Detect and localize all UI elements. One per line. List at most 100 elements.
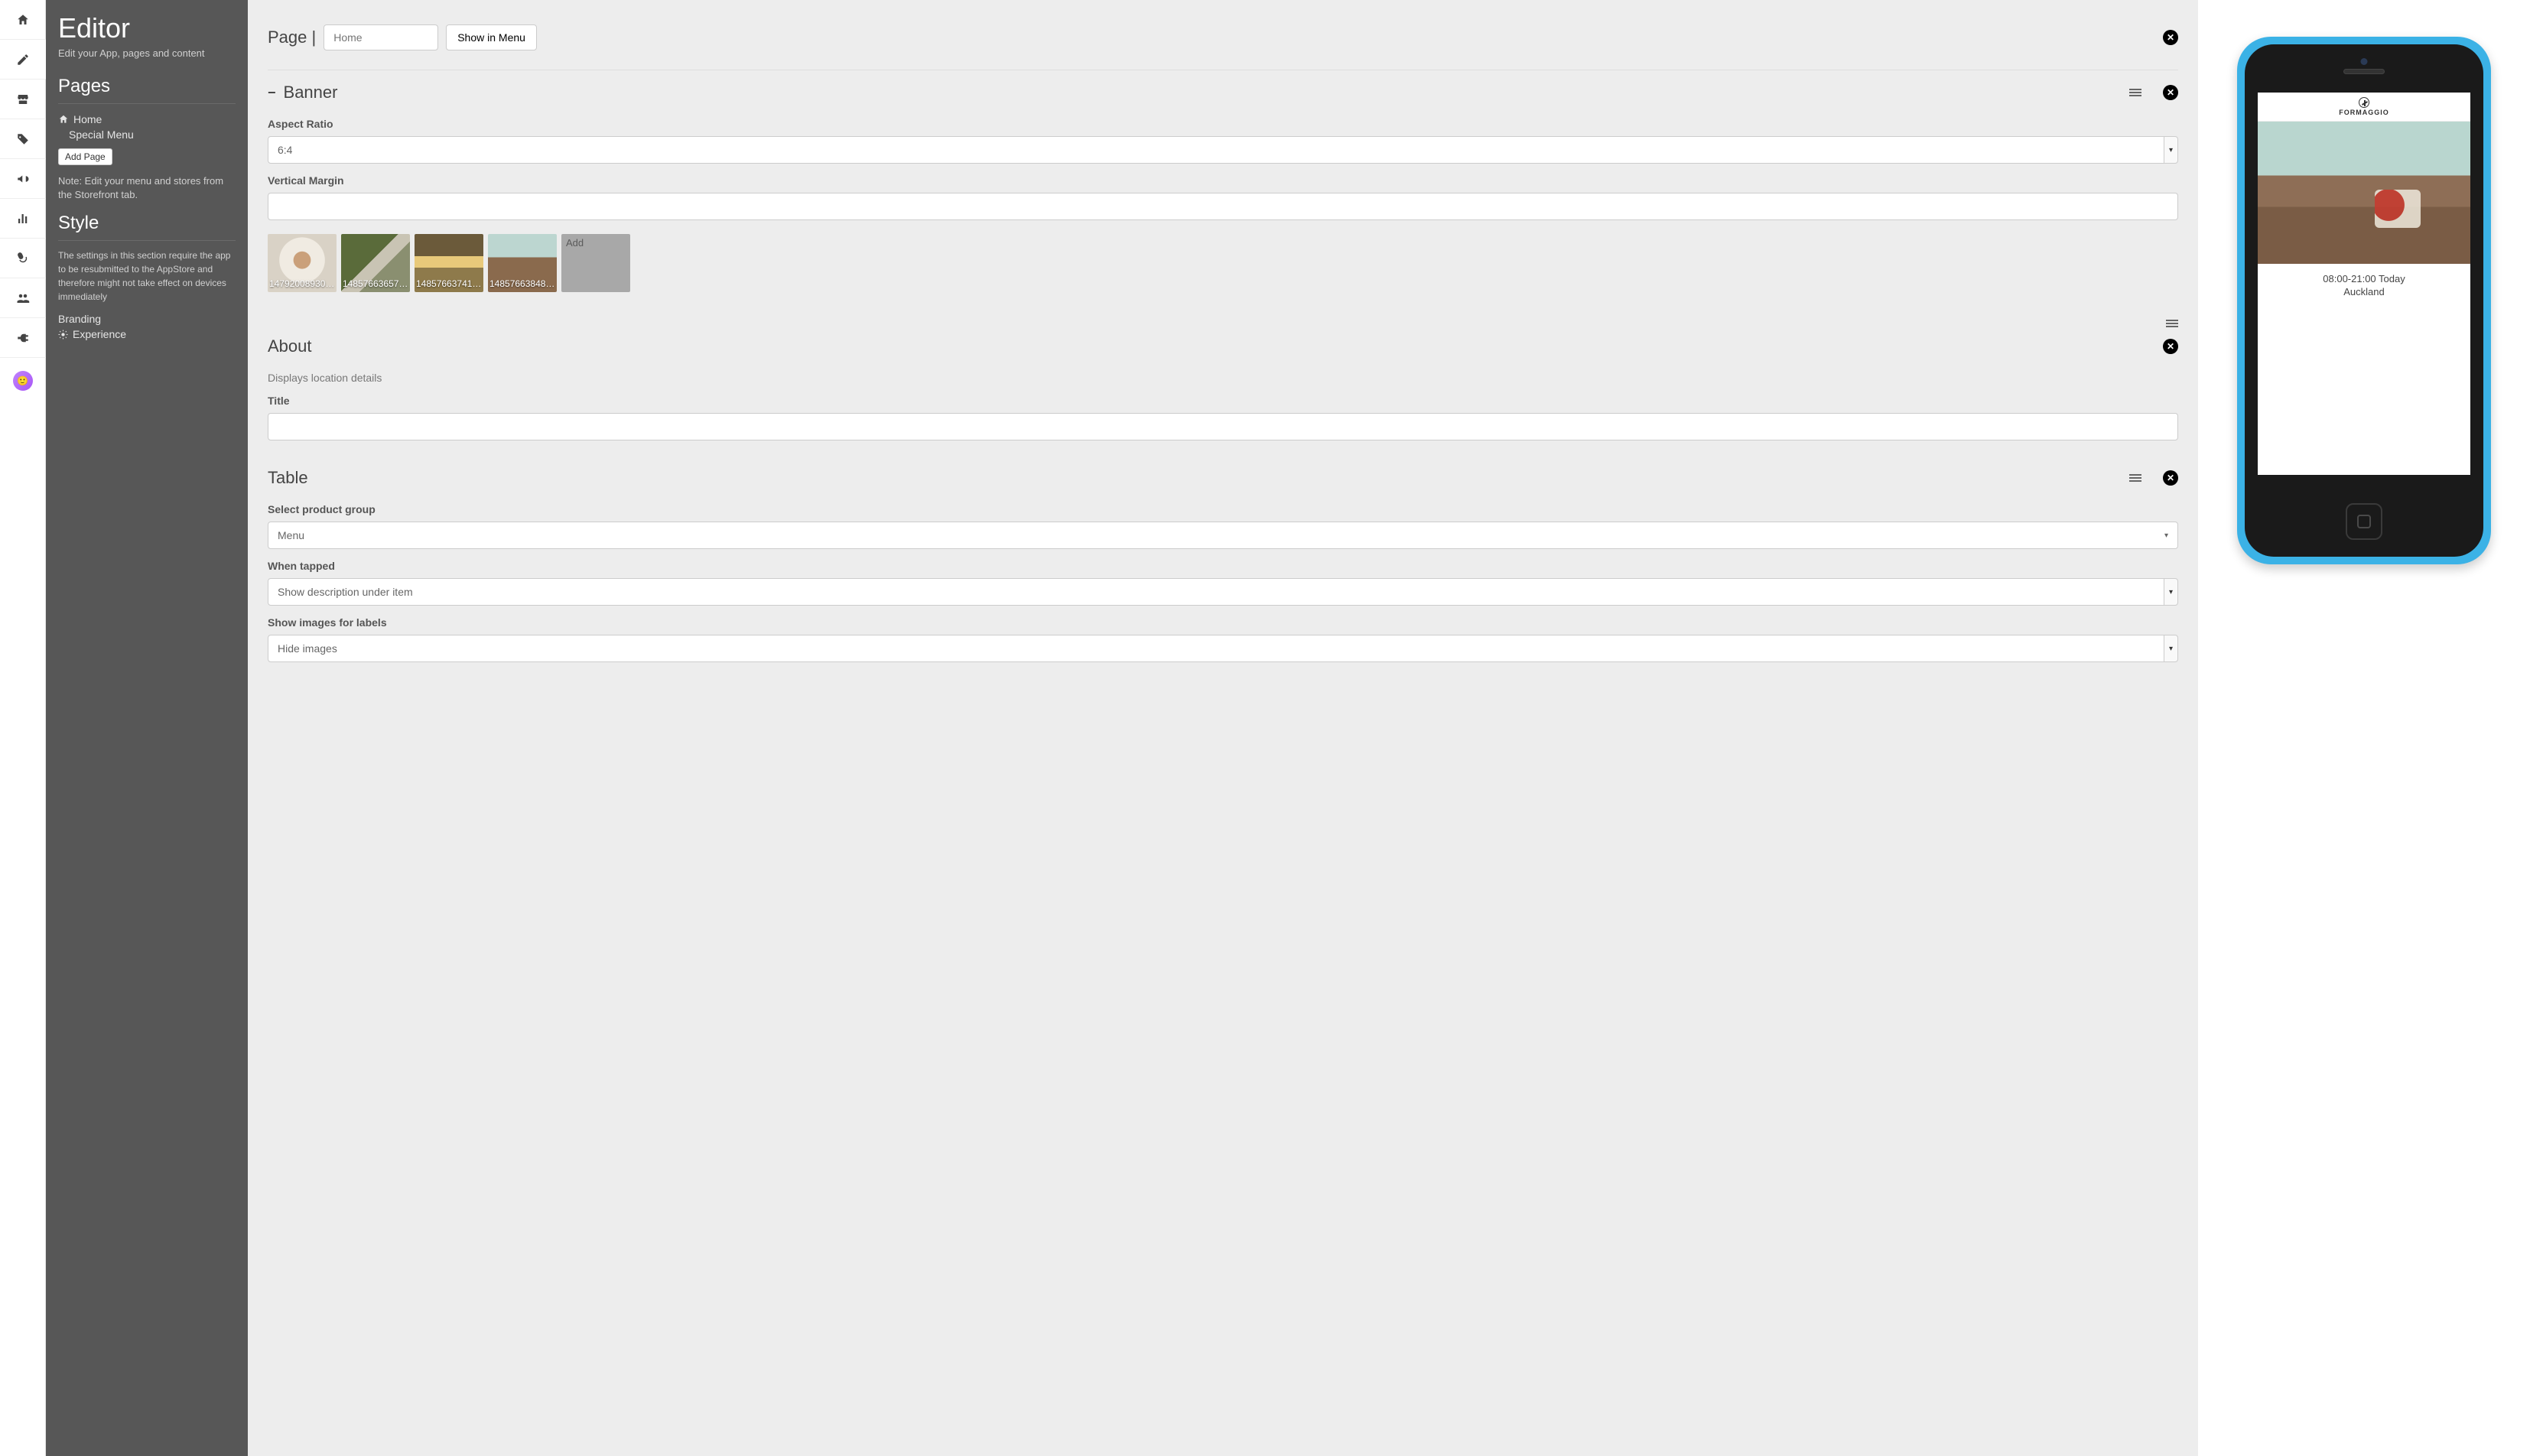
about-subtext: Displays location details: [268, 372, 2178, 384]
section-close-button[interactable]: ✕: [2163, 339, 2178, 354]
aspect-ratio-select[interactable]: 6:4 ▾: [268, 136, 2178, 164]
banner-add-button[interactable]: Add: [561, 234, 630, 292]
drag-handle[interactable]: [2129, 474, 2141, 482]
style-heading: Style: [58, 213, 236, 241]
sidebar-title: Editor: [58, 12, 236, 44]
pages-heading: Pages: [58, 76, 236, 104]
select-value: Show description under item: [268, 578, 2164, 606]
bullhorn-icon: [16, 172, 30, 186]
nav-announce[interactable]: [0, 159, 46, 199]
banner-thumbs: 14792008930719 14857663657519 1485766374…: [268, 234, 2178, 292]
section-title: About: [268, 336, 312, 356]
phone-home-button[interactable]: [2346, 503, 2382, 540]
section-close-button[interactable]: ✕: [2163, 470, 2178, 486]
nav-editor[interactable]: [0, 40, 46, 80]
nav-coupons[interactable]: [0, 119, 46, 159]
plug-icon: [16, 331, 30, 345]
thumb-id: 14792008930719: [269, 278, 335, 289]
edit-icon: [16, 53, 30, 67]
vertical-margin-input[interactable]: [268, 193, 2178, 220]
chevron-down-icon: ▾: [2164, 136, 2178, 164]
style-link-label: Branding: [58, 313, 101, 325]
preview-city: Auckland: [2258, 286, 2470, 297]
thumb-id: 14857663657519: [343, 278, 408, 289]
preview-header: FORMAGGIO: [2258, 93, 2470, 122]
chart-icon: [16, 212, 30, 226]
nav-plug[interactable]: [0, 318, 46, 358]
drag-handle[interactable]: [2129, 89, 2141, 96]
collapse-toggle[interactable]: −: [268, 85, 276, 101]
sidebar: Editor Edit your App, pages and content …: [46, 0, 248, 1456]
close-icon: ✕: [2163, 30, 2178, 45]
about-title-input[interactable]: [268, 413, 2178, 440]
vertical-margin-label: Vertical Margin: [268, 174, 2178, 187]
page-item-label: Special Menu: [69, 128, 134, 141]
about-title-label: Title: [268, 395, 2178, 407]
avatar-icon: 🙂: [13, 371, 33, 391]
page-item-label: Home: [73, 113, 102, 125]
add-page-button[interactable]: Add Page: [58, 148, 112, 165]
page-close-button[interactable]: ✕: [2163, 30, 2178, 45]
main-panel: Page | Show in Menu ✕ − Banner ✕ Aspect …: [248, 0, 2198, 1456]
page-label: Page |: [268, 28, 316, 47]
store-icon: [16, 93, 30, 106]
caret-down-icon: ▾: [2164, 531, 2168, 540]
show-images-label: Show images for labels: [268, 616, 2178, 629]
thumb-id: 14857663741819: [416, 278, 482, 289]
phone-camera: [2361, 58, 2368, 65]
nav-mic[interactable]: [0, 239, 46, 278]
show-images-select[interactable]: Hide images ▾: [268, 635, 2178, 662]
nav-users[interactable]: [0, 278, 46, 318]
show-in-menu-button[interactable]: Show in Menu: [446, 24, 537, 50]
section-title: Banner: [284, 83, 338, 102]
nav-profile[interactable]: 🙂: [0, 361, 46, 401]
preview-hero-image: [2258, 122, 2470, 264]
section-close-button[interactable]: ✕: [2163, 85, 2178, 100]
when-tapped-label: When tapped: [268, 560, 2178, 572]
sidebar-subtitle: Edit your App, pages and content: [58, 47, 236, 59]
style-experience[interactable]: Experience: [58, 327, 236, 342]
select-value: 6:4: [268, 136, 2164, 164]
chevron-down-icon: ▾: [2164, 635, 2178, 662]
section-title: Table: [268, 468, 308, 488]
banner-thumb[interactable]: 14857663657519: [341, 234, 410, 292]
section-header-table: Table ✕: [268, 463, 2178, 492]
style-link-label: Experience: [73, 328, 126, 340]
preview-hours: 08:00-21:00 Today: [2258, 273, 2470, 284]
brand-name: FORMAGGIO: [2339, 109, 2389, 116]
style-branding[interactable]: Branding: [58, 311, 236, 327]
banner-thumb[interactable]: 14857663848189: [488, 234, 557, 292]
chevron-down-icon: ▾: [2164, 578, 2178, 606]
banner-thumb[interactable]: 14792008930719: [268, 234, 337, 292]
nav-analytics[interactable]: [0, 199, 46, 239]
product-group-label: Select product group: [268, 503, 2178, 515]
mic-icon: [16, 252, 30, 265]
section-header-banner: − Banner ✕: [268, 78, 2178, 107]
aspect-ratio-label: Aspect Ratio: [268, 118, 2178, 130]
users-icon: [16, 291, 30, 305]
banner-thumb[interactable]: 14857663741819: [415, 234, 483, 292]
style-desc: The settings in this section require the…: [58, 249, 236, 304]
drag-handle[interactable]: [2166, 320, 2178, 327]
sun-icon: [58, 330, 68, 340]
ticket-icon: [16, 132, 30, 146]
page-header-row: Page | Show in Menu ✕: [268, 15, 2178, 65]
phone-frame: FORMAGGIO 08:00-21:00 Today Auckland: [2237, 37, 2491, 564]
nav-rail: 🙂: [0, 0, 46, 1456]
home-icon: [58, 114, 69, 125]
brand-logo-icon: [2359, 97, 2369, 108]
home-square-icon: [2357, 515, 2371, 528]
add-label: Add: [566, 237, 584, 249]
home-icon: [16, 13, 30, 27]
nav-home[interactable]: [0, 0, 46, 40]
product-group-select[interactable]: Menu ▾: [268, 522, 2178, 549]
select-value: Hide images: [268, 635, 2164, 662]
page-name-input[interactable]: [324, 24, 438, 50]
page-item-home[interactable]: Home: [58, 112, 236, 127]
sidebar-note: Note: Edit your menu and stores from the…: [58, 174, 236, 202]
when-tapped-select[interactable]: Show description under item ▾: [268, 578, 2178, 606]
section-drag-row: [268, 315, 2178, 332]
nav-storefront[interactable]: [0, 80, 46, 119]
preview-pane: FORMAGGIO 08:00-21:00 Today Auckland: [2198, 0, 2530, 1456]
page-item-special-menu[interactable]: Special Menu: [58, 127, 236, 142]
